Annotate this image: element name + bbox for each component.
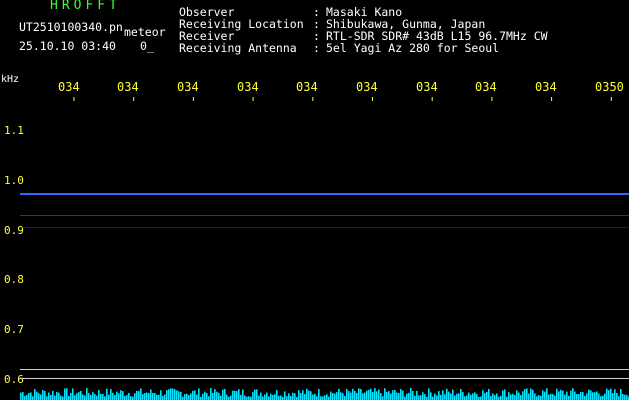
baseline-line	[20, 378, 629, 379]
filename: UT2510100340.pn	[19, 20, 123, 34]
secondary-signal-line	[20, 215, 629, 216]
meteor-label: meteor	[124, 25, 166, 39]
app-title: HROFFT	[50, 0, 121, 13]
x-tick-label: 0350	[595, 80, 624, 94]
x-tick-label: 034	[475, 80, 497, 94]
x-tick-label: 034	[117, 80, 139, 94]
noise-floor	[20, 388, 629, 400]
carrier-signal-line	[20, 193, 629, 195]
x-tick-label: 034	[58, 80, 80, 94]
x-tick-label: 034	[296, 80, 318, 94]
info-colon: :	[313, 41, 320, 55]
x-tick-label: 034	[416, 80, 438, 94]
meteor-count: 0_	[140, 39, 154, 53]
faint-signal-line	[20, 227, 629, 228]
x-tick-label: 034	[535, 80, 557, 94]
y-axis-unit: kHz	[1, 74, 20, 85]
x-tick-label: 034	[356, 80, 378, 94]
x-tick-label: 034	[177, 80, 199, 94]
x-tick-marks	[73, 97, 612, 101]
info-value-antenna: 5el Yagi Az 280 for Seoul	[326, 41, 500, 55]
baseline-line	[20, 369, 629, 370]
datetime: 25.10.10 03:40	[19, 39, 116, 53]
info-label-antenna: Receiving Antenna	[179, 41, 297, 55]
x-tick-label: 034	[237, 80, 259, 94]
spectrogram-plot	[20, 97, 629, 400]
